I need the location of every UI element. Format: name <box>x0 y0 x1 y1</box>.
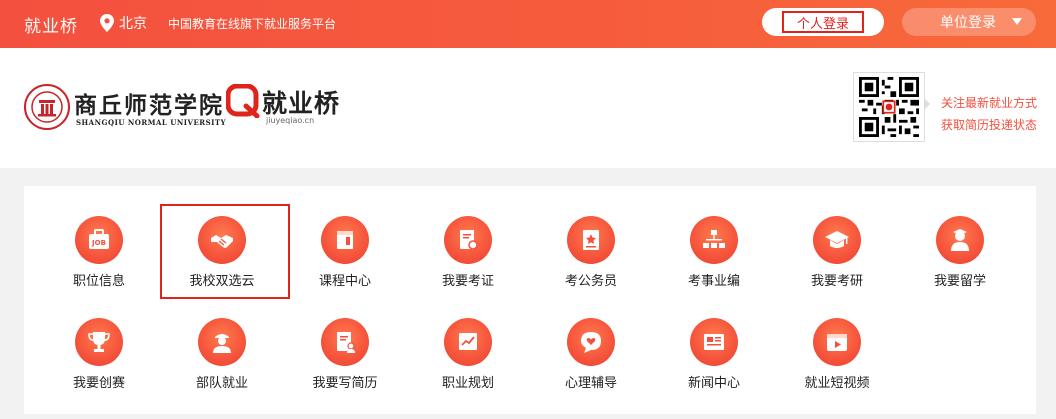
svg-text:JOB: JOB <box>91 239 106 247</box>
selection-highlight <box>160 204 290 299</box>
job-icon: JOB <box>75 216 123 264</box>
tile-job-info[interactable]: JOB 职位信息 <box>39 216 159 306</box>
follow-line-1: 关注最新就业方式 <box>941 96 1038 110</box>
tile-course-center[interactable]: 课程中心 <box>285 216 405 306</box>
location-label: 北京 <box>119 16 147 32</box>
tile-counseling[interactable]: 心理辅导 <box>531 318 651 408</box>
book-icon <box>321 216 369 264</box>
unit-login-label: 单位登录 <box>940 15 996 31</box>
tile-label: 职业规划 <box>441 376 494 391</box>
tile-write-resume[interactable]: 我要写简历 <box>285 318 405 408</box>
tile-label: 我要创赛 <box>72 376 125 391</box>
tile-label: 课程中心 <box>318 274 371 289</box>
org-chart-icon <box>690 216 738 264</box>
trophy-icon <box>75 318 123 366</box>
tile-study-abroad[interactable]: 我要留学 <box>900 216 1020 306</box>
header: 商丘师范学院 SHANGQIU NORMAL UNIVERSITY 就业桥 ji… <box>0 48 1056 168</box>
qr-code-icon <box>859 77 919 137</box>
brand-name[interactable]: 就业桥 <box>24 12 78 37</box>
tile-competition[interactable]: 我要创赛 <box>39 318 159 408</box>
tile-news-center[interactable]: 新闻中心 <box>654 318 774 408</box>
tile-label: 考事业编 <box>687 274 740 289</box>
tile-label: 职位信息 <box>72 274 125 289</box>
slogan: 中国教育在线旗下就业服务平台 <box>168 17 337 31</box>
tile-postgraduate[interactable]: 我要考研 <box>777 216 897 306</box>
document-star-icon <box>567 216 615 264</box>
tile-label: 部队就业 <box>195 376 248 391</box>
qr-pointer <box>924 98 930 110</box>
jiuyeqiao-logo-icon <box>226 84 260 118</box>
location-selector[interactable]: 北京 <box>100 13 147 33</box>
caret-down-icon <box>1012 18 1022 25</box>
tile-label: 新闻中心 <box>687 376 740 391</box>
unit-login-button[interactable]: 单位登录 <box>902 8 1036 36</box>
graduation-cap-icon <box>813 216 861 264</box>
platform-url: jiuyeqiao.cn <box>266 116 315 125</box>
certificate-icon <box>444 216 492 264</box>
resume-icon <box>321 318 369 366</box>
qr-code <box>853 72 925 142</box>
chart-board-icon <box>444 318 492 366</box>
tile-public-institution[interactable]: 考事业编 <box>654 216 774 306</box>
tile-label: 我要考研 <box>810 274 863 289</box>
video-icon <box>813 318 861 366</box>
school-seal-icon <box>24 84 70 130</box>
newspaper-icon <box>690 318 738 366</box>
heart-chat-icon <box>567 318 615 366</box>
tile-label: 考公务员 <box>564 274 617 289</box>
tile-label: 心理辅导 <box>564 376 617 391</box>
school-name-en: SHANGQIU NORMAL UNIVERSITY <box>76 118 227 127</box>
tile-label: 我要考证 <box>441 274 494 289</box>
platform-name: 就业桥 <box>262 89 341 118</box>
tile-short-video[interactable]: 就业短视频 <box>777 318 897 408</box>
follow-text: 关注最新就业方式 获取简历投递状态 <box>941 92 1037 136</box>
tile-certificate[interactable]: 我要考证 <box>408 216 528 306</box>
location-pin-icon <box>100 14 114 32</box>
tile-label: 我要留学 <box>933 274 986 289</box>
tile-label: 就业短视频 <box>804 376 870 391</box>
tile-label: 我要写简历 <box>312 376 378 391</box>
student-icon <box>936 216 984 264</box>
soldier-icon <box>198 318 246 366</box>
school-name-cn: 商丘师范学院 <box>74 92 224 119</box>
personal-login-label: 个人登录 <box>782 11 864 33</box>
tile-military-job[interactable]: 部队就业 <box>162 318 282 408</box>
tile-career-planning[interactable]: 职业规划 <box>408 318 528 408</box>
personal-login-button[interactable]: 个人登录 <box>762 8 884 36</box>
tile-civil-service[interactable]: 考公务员 <box>531 216 651 306</box>
top-bar: 就业桥 北京 中国教育在线旗下就业服务平台 个人登录 单位登录 <box>0 0 1056 48</box>
follow-line-2: 获取简历投递状态 <box>941 118 1038 132</box>
